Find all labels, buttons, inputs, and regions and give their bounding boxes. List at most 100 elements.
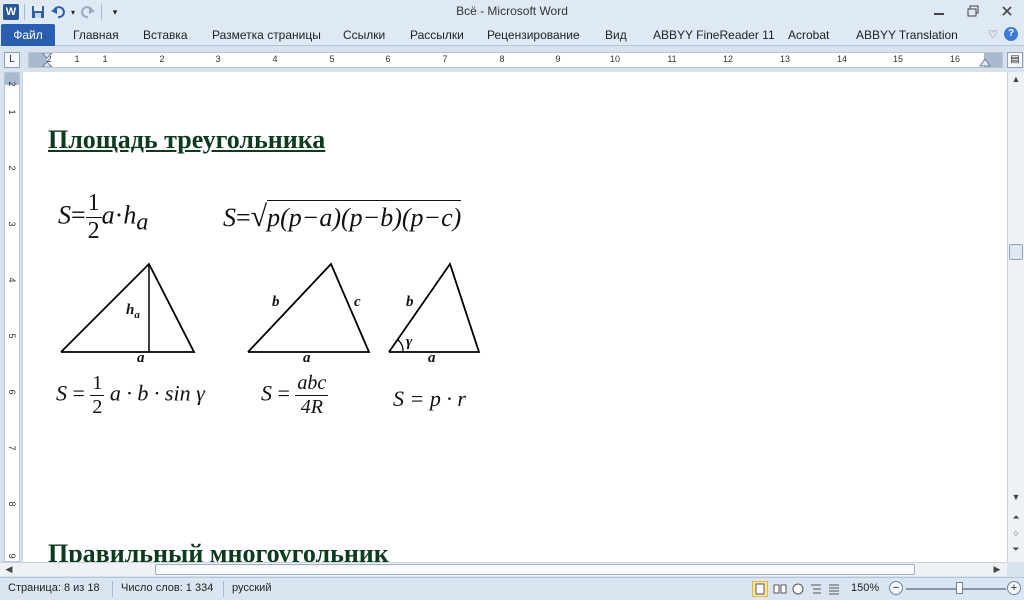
ruler-number: 3	[7, 221, 17, 227]
close-icon[interactable]	[990, 0, 1024, 22]
ruler-number: 1	[7, 109, 17, 115]
view-ruler-icon[interactable]: ▤	[1007, 52, 1023, 68]
base-label: a	[428, 350, 436, 366]
formula-sine: S = 12 a · b · sin γ	[56, 372, 205, 419]
formula-symbol: S	[58, 200, 71, 230]
ruler-number: 1	[102, 54, 108, 64]
formula-inradius: S = p · r	[393, 386, 466, 411]
previous-page-icon[interactable]: ⏶	[1008, 512, 1024, 526]
ruler-number: 13	[779, 54, 790, 64]
ruler-number: 15	[892, 54, 903, 64]
zoom-level[interactable]: 150%	[851, 582, 879, 594]
tab-mailings[interactable]: Рассылки	[410, 24, 464, 46]
ruler-number: 4	[7, 277, 17, 283]
tab-insert[interactable]: Вставка	[143, 24, 188, 46]
ruler-number: 5	[7, 333, 17, 339]
ruler-number: 9	[555, 54, 561, 64]
fraction-denominator: 2	[87, 218, 100, 244]
document-page[interactable]: Площадь треугольника S= 1 2 a·ha S=√p(p−a)(…	[22, 72, 1007, 562]
print-layout-view-icon[interactable]	[752, 581, 768, 597]
ruler-number: 3	[215, 54, 221, 64]
scroll-left-icon[interactable]: ◀	[2, 563, 16, 576]
height-label: ha	[126, 302, 140, 321]
language[interactable]: русский	[232, 582, 271, 594]
tab-page-layout[interactable]: Разметка страницы	[212, 24, 321, 46]
ruler-number: 2	[7, 81, 17, 87]
ruler-number: 1	[74, 54, 80, 64]
fraction: 12	[85, 190, 102, 245]
triangle-angle-diagram	[388, 262, 481, 353]
restore-icon[interactable]	[956, 0, 990, 22]
ruler-number: 2	[7, 165, 17, 171]
minimize-icon[interactable]	[922, 0, 956, 22]
side-b-label: b	[406, 294, 414, 310]
draft-view-icon[interactable]	[826, 581, 842, 597]
tab-stop-selector[interactable]: L	[4, 52, 20, 68]
tab-view[interactable]: Вид	[605, 24, 627, 46]
fraction-numerator: 1	[90, 372, 105, 396]
ruler-number: 8	[499, 54, 505, 64]
ruler-number: 14	[836, 54, 847, 64]
formula-radicand: p(p−a)(p−b)(p−c)	[267, 200, 462, 232]
fraction-numerator: 1	[85, 190, 102, 218]
ruler-number: 8	[7, 501, 17, 507]
tab-file[interactable]: Файл	[1, 24, 55, 46]
outline-view-icon[interactable]	[808, 581, 824, 597]
formula-symbol: a	[101, 200, 115, 230]
tab-abbyy-finereader[interactable]: ABBYY FineReader 11	[653, 24, 775, 46]
title-bar: W ▾ ▾ Всё - Microsoft Word	[0, 0, 1024, 24]
help-icon[interactable]: ?	[1004, 27, 1018, 41]
tab-home[interactable]: Главная	[73, 24, 119, 46]
ruler-number: 6	[7, 389, 17, 395]
word-count[interactable]: Число слов: 1 334	[121, 582, 213, 594]
zoom-out-button[interactable]: −	[889, 581, 903, 595]
web-layout-view-icon[interactable]	[790, 581, 806, 597]
formula-half-base-height: S= 1 2 a·ha	[58, 190, 148, 245]
zoom-in-button[interactable]: +	[1007, 581, 1021, 595]
side-b-label: b	[272, 294, 280, 310]
triangle-sides-diagram	[247, 262, 371, 353]
ruler-number: 2	[159, 54, 165, 64]
tab-references[interactable]: Ссылки	[343, 24, 385, 46]
indent-marker-icon[interactable]	[41, 53, 53, 67]
zoom-slider-thumb[interactable]	[956, 582, 963, 594]
ruler-number: 12	[722, 54, 733, 64]
right-indent-marker-icon[interactable]	[979, 58, 991, 67]
formula-symbol: =	[72, 380, 85, 406]
formula-heron: S=√p(p−a)(p−b)(p−c)	[223, 200, 462, 234]
fraction-numerator: abc	[295, 372, 329, 396]
scroll-thumb[interactable]	[1009, 244, 1023, 260]
formula-symbol: =	[236, 203, 251, 232]
ruler-number: 5	[329, 54, 335, 64]
section-heading: Правильный многоугольник	[48, 539, 389, 562]
ruler-number: 10	[609, 54, 620, 64]
section-heading: Площадь треугольника	[48, 125, 326, 154]
browse-object-icon[interactable]: ○	[1008, 528, 1024, 542]
scroll-right-icon[interactable]: ▶	[990, 563, 1004, 576]
horizontal-scrollbar[interactable]: ◀ ▶	[0, 562, 1007, 576]
horizontal-ruler[interactable]: 2 1 1 2 3 4 5 6 7 8 9 10 11 12 13 14 15 …	[28, 52, 1003, 68]
formula-symbol: h	[123, 200, 137, 230]
tab-acrobat[interactable]: Acrobat	[788, 24, 829, 46]
ruler-number: 7	[7, 445, 17, 451]
ruler-number: 7	[442, 54, 448, 64]
ribbon-expand-icon[interactable]: ♡	[988, 28, 998, 41]
scroll-thumb[interactable]	[155, 564, 915, 575]
ruler-number: 11	[667, 54, 677, 64]
formula-symbol: S	[56, 380, 67, 406]
vertical-scrollbar[interactable]: ▲ ▼ ⏶ ○ ⏷	[1007, 72, 1024, 562]
formula-symbol: S	[261, 380, 272, 406]
formula-subscript: a	[136, 209, 149, 236]
scroll-down-icon[interactable]: ▼	[1008, 492, 1024, 506]
page-count[interactable]: Страница: 8 из 18	[8, 582, 100, 594]
divider	[223, 581, 224, 597]
full-screen-reading-view-icon[interactable]	[772, 581, 788, 597]
next-page-icon[interactable]: ⏷	[1008, 544, 1024, 558]
triangle-diagrams	[60, 262, 481, 353]
sqrt-sign-icon: √	[250, 200, 268, 233]
tab-review[interactable]: Рецензирование	[487, 24, 580, 46]
scroll-up-icon[interactable]: ▲	[1008, 74, 1024, 88]
ribbon-tabs: Файл Главная Вставка Разметка страницы С…	[0, 24, 1024, 46]
tab-abbyy-translation[interactable]: ABBYY Translation	[856, 24, 958, 46]
vertical-ruler[interactable]: 2 1 2 3 4 5 6 7 8 9	[4, 72, 20, 562]
